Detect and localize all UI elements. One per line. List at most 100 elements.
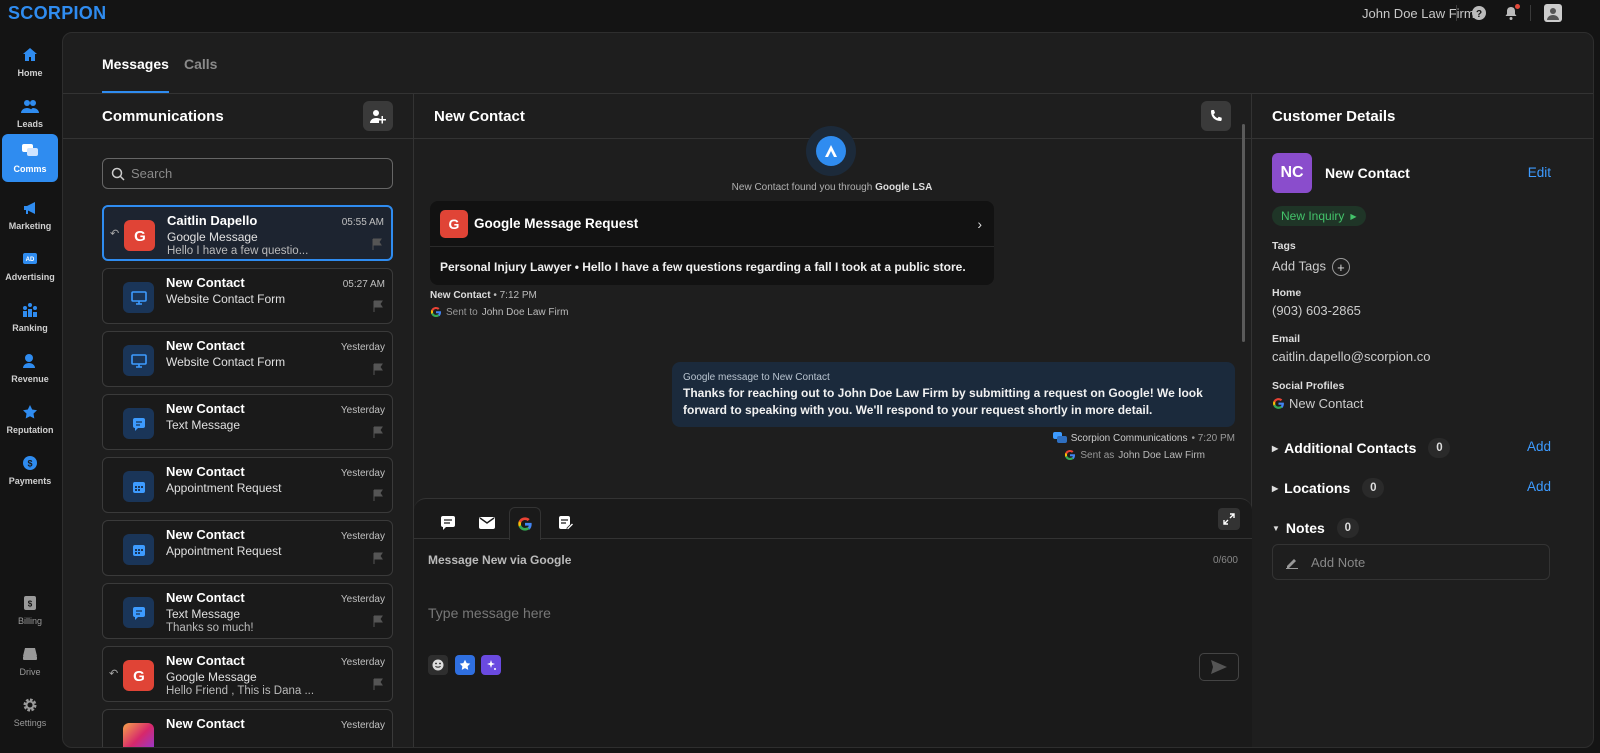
- tags-label: Tags: [1272, 240, 1296, 252]
- add-location-link[interactable]: Add: [1527, 479, 1551, 494]
- sidebar-item-revenue[interactable]: Revenue: [2, 344, 58, 392]
- sidebar-item-comms[interactable]: Comms: [2, 134, 58, 182]
- conversation-item[interactable]: ↶ G Caitlin Dapello Google Message Hello…: [102, 205, 393, 261]
- conversation-item[interactable]: New Contact Website Contact Form 05:27 A…: [102, 268, 393, 324]
- flag-icon[interactable]: [372, 362, 384, 380]
- outgoing-time: • 7:20 PM: [1191, 432, 1235, 444]
- flag-icon[interactable]: [372, 299, 384, 317]
- sent-to-label: Sent to: [446, 306, 478, 318]
- flag-icon[interactable]: [372, 488, 384, 506]
- conversation-item[interactable]: New Contact Text Message Thanks so much!…: [102, 583, 393, 639]
- google-message-request-card[interactable]: G Google Message Request › Personal Inju…: [430, 201, 994, 285]
- plus-icon[interactable]: +: [1331, 258, 1350, 276]
- sidebar-item-settings[interactable]: Settings: [2, 688, 58, 736]
- conversation-item[interactable]: New Contact Yesterday: [102, 709, 393, 747]
- sidebar-item-label: Revenue: [11, 374, 49, 384]
- sidebar-item-label: Drive: [19, 667, 41, 677]
- review-request-button[interactable]: [455, 655, 475, 675]
- conversation-time: Yesterday: [340, 405, 385, 416]
- add-contact-button[interactable]: [363, 101, 393, 131]
- search-box[interactable]: [102, 158, 393, 189]
- call-button[interactable]: [1201, 101, 1231, 131]
- flag-icon[interactable]: [371, 237, 383, 255]
- sms-channel-tab[interactable]: [432, 507, 464, 539]
- notes-section[interactable]: ▼ Notes 0: [1272, 518, 1359, 538]
- main-panel: Messages Calls Communications ↶ G Caitli…: [62, 32, 1594, 748]
- sidebar-item-reputation[interactable]: Reputation: [2, 395, 58, 443]
- status-badge[interactable]: New Inquiry ▶: [1272, 206, 1366, 226]
- conversation-time: Yesterday: [340, 594, 385, 605]
- sidebar-item-home[interactable]: Home: [2, 38, 58, 86]
- request-body: Personal Injury Lawyer • Hello I have a …: [440, 260, 966, 274]
- phone-link[interactable]: (903) 603-2865: [1272, 303, 1361, 318]
- gear-icon: [21, 696, 39, 714]
- scorpion-logo[interactable]: SCORPION: [8, 3, 106, 24]
- expand-icon: [1223, 513, 1235, 525]
- conversation-item[interactable]: New Contact Website Contact Form Yesterd…: [102, 331, 393, 387]
- reply-icon: ↶: [109, 668, 119, 680]
- sidebar-item-leads[interactable]: Leads: [2, 89, 58, 137]
- conversation-item[interactable]: New Contact Appointment Request Yesterda…: [102, 457, 393, 513]
- advertising-icon: AD: [21, 250, 39, 268]
- character-counter: 0/600: [1212, 555, 1238, 566]
- locations-section[interactable]: ▶ Locations 0: [1272, 478, 1385, 498]
- conversation-item[interactable]: New Contact Text Message Yesterday: [102, 394, 393, 450]
- email-link[interactable]: caitlin.dapello@scorpion.co: [1272, 349, 1430, 364]
- composer-channel-tabs: [414, 499, 1252, 540]
- chevron-right-icon[interactable]: ›: [977, 216, 982, 232]
- conversation-panel: New Contact New Contact found you throug…: [414, 94, 1252, 747]
- ai-assist-button[interactable]: [481, 655, 501, 675]
- flag-icon[interactable]: [372, 551, 384, 569]
- sidebar-item-payments[interactable]: $ Payments: [2, 446, 58, 494]
- scrollbar[interactable]: [1242, 124, 1245, 342]
- notification-bell-icon[interactable]: [1502, 4, 1520, 22]
- tab-calls[interactable]: Calls: [184, 56, 217, 72]
- send-button[interactable]: [1199, 653, 1239, 681]
- svg-text:$: $: [27, 459, 32, 469]
- conversation-title: New Contact: [434, 108, 525, 125]
- add-note-input[interactable]: [1311, 554, 1487, 570]
- add-tags[interactable]: Add Tags +: [1272, 258, 1350, 276]
- additional-contacts-section[interactable]: ▶ Additional Contacts 0: [1272, 438, 1451, 458]
- customer-details-title: Customer Details: [1272, 108, 1396, 125]
- google-channel-tab[interactable]: [509, 507, 541, 540]
- composer-channel-label: Message New via Google: [428, 553, 572, 567]
- sidebar-item-drive[interactable]: Drive: [2, 637, 58, 685]
- home-icon: [21, 46, 39, 64]
- search-input[interactable]: [131, 166, 371, 181]
- sidebar-item-billing[interactable]: $ Billing: [2, 586, 58, 634]
- svg-text:G: G: [449, 216, 460, 232]
- source-name: Google LSA: [875, 182, 933, 193]
- star-icon: [21, 403, 39, 421]
- edit-contact-link[interactable]: Edit: [1528, 165, 1551, 180]
- request-title: Google Message Request: [474, 216, 639, 231]
- section-label: Notes: [1285, 520, 1325, 536]
- add-contact-link[interactable]: Add: [1527, 439, 1551, 454]
- active-tab-indicator: [102, 91, 169, 93]
- user-avatar-icon[interactable]: [1544, 4, 1562, 22]
- svg-text:AD: AD: [26, 257, 35, 263]
- tab-messages[interactable]: Messages: [102, 56, 169, 72]
- note-channel-tab[interactable]: [550, 507, 582, 539]
- chat-icon: [441, 516, 455, 530]
- count-badge: 0: [1428, 438, 1451, 458]
- help-icon[interactable]: ?: [1470, 4, 1488, 22]
- sidebar-item-marketing[interactable]: Marketing: [2, 191, 58, 239]
- add-note-box[interactable]: [1272, 544, 1550, 580]
- flag-icon[interactable]: [372, 614, 384, 632]
- sent-as-label: Sent as: [1080, 449, 1115, 461]
- conversation-type: Google Message: [167, 230, 258, 244]
- flag-icon[interactable]: [372, 425, 384, 443]
- expand-composer-button[interactable]: [1218, 508, 1240, 530]
- conversation-item[interactable]: New Contact Appointment Request Yesterda…: [102, 520, 393, 576]
- sidebar-item-ranking[interactable]: Ranking: [2, 293, 58, 341]
- flag-icon[interactable]: [372, 677, 384, 695]
- emoji-button[interactable]: [428, 655, 448, 675]
- email-channel-tab[interactable]: [471, 507, 503, 539]
- sidebar-item-advertising[interactable]: AD Advertising: [2, 242, 58, 290]
- communications-title: Communications: [102, 108, 224, 125]
- social-profile[interactable]: New Contact: [1272, 396, 1363, 411]
- firm-selector[interactable]: John Doe Law Firm: [1362, 6, 1475, 21]
- message-input[interactable]: [428, 605, 1208, 621]
- conversation-item[interactable]: ↶ G New Contact Google Message Hello Fri…: [102, 646, 393, 702]
